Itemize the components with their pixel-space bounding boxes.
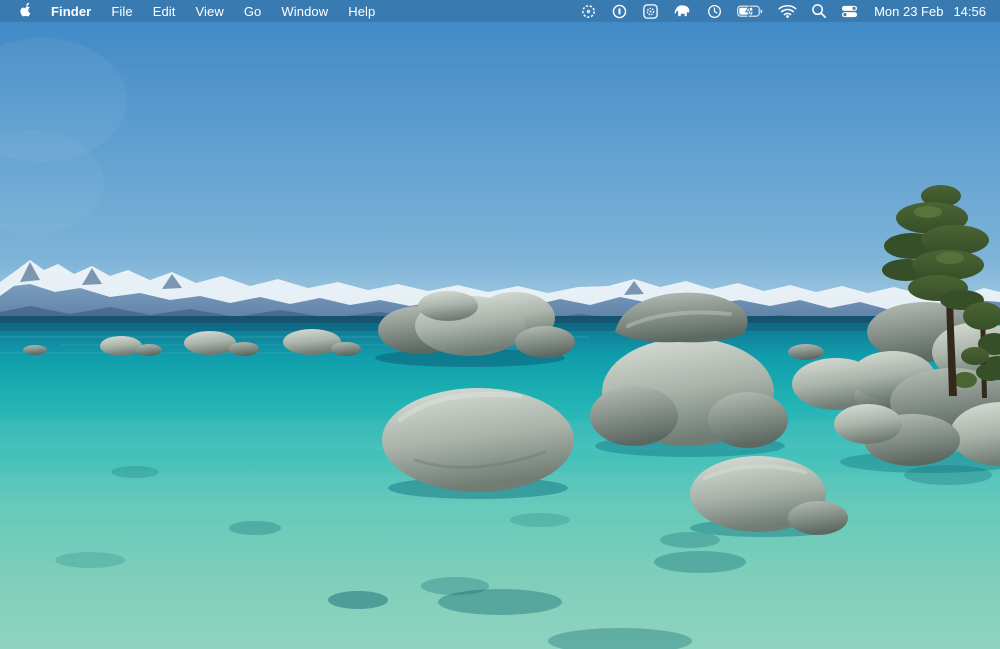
menubar-clock[interactable]: Mon 23 Feb 14:56 (866, 4, 988, 19)
menu-bar-status: Mon 23 Feb 14:56 (574, 0, 988, 22)
menu-file[interactable]: File (101, 0, 142, 22)
menu-go[interactable]: Go (234, 0, 272, 22)
menu-bar: Finder File Edit View Go Window Help (0, 0, 1000, 22)
wallpaper-image (0, 0, 1000, 649)
dashed-circle-icon[interactable] (574, 0, 603, 22)
spotlight-search-icon[interactable] (805, 0, 833, 22)
desktop[interactable]: Finder File Edit View Go Window Help (0, 0, 1000, 649)
battery-icon[interactable] (731, 0, 770, 22)
menu-view[interactable]: View (186, 0, 234, 22)
menu-window[interactable]: Window (271, 0, 338, 22)
menu-finder[interactable]: Finder (41, 0, 101, 22)
wifi-icon[interactable] (772, 0, 803, 22)
menu-bar-left: Finder File Edit View Go Window Help (12, 0, 385, 22)
gear-square-icon[interactable] (636, 0, 665, 22)
apple-logo-icon (16, 1, 31, 21)
menu-edit[interactable]: Edit (143, 0, 186, 22)
control-center-icon[interactable] (835, 0, 864, 22)
elephant-icon[interactable] (667, 0, 698, 22)
menubar-time: 14:56 (953, 4, 986, 19)
menu-help[interactable]: Help (338, 0, 385, 22)
menubar-date: Mon 23 Feb (874, 4, 943, 19)
keyhole-icon[interactable] (605, 0, 634, 22)
apple-menu[interactable] (12, 0, 41, 22)
clock-status-icon[interactable] (700, 0, 729, 22)
